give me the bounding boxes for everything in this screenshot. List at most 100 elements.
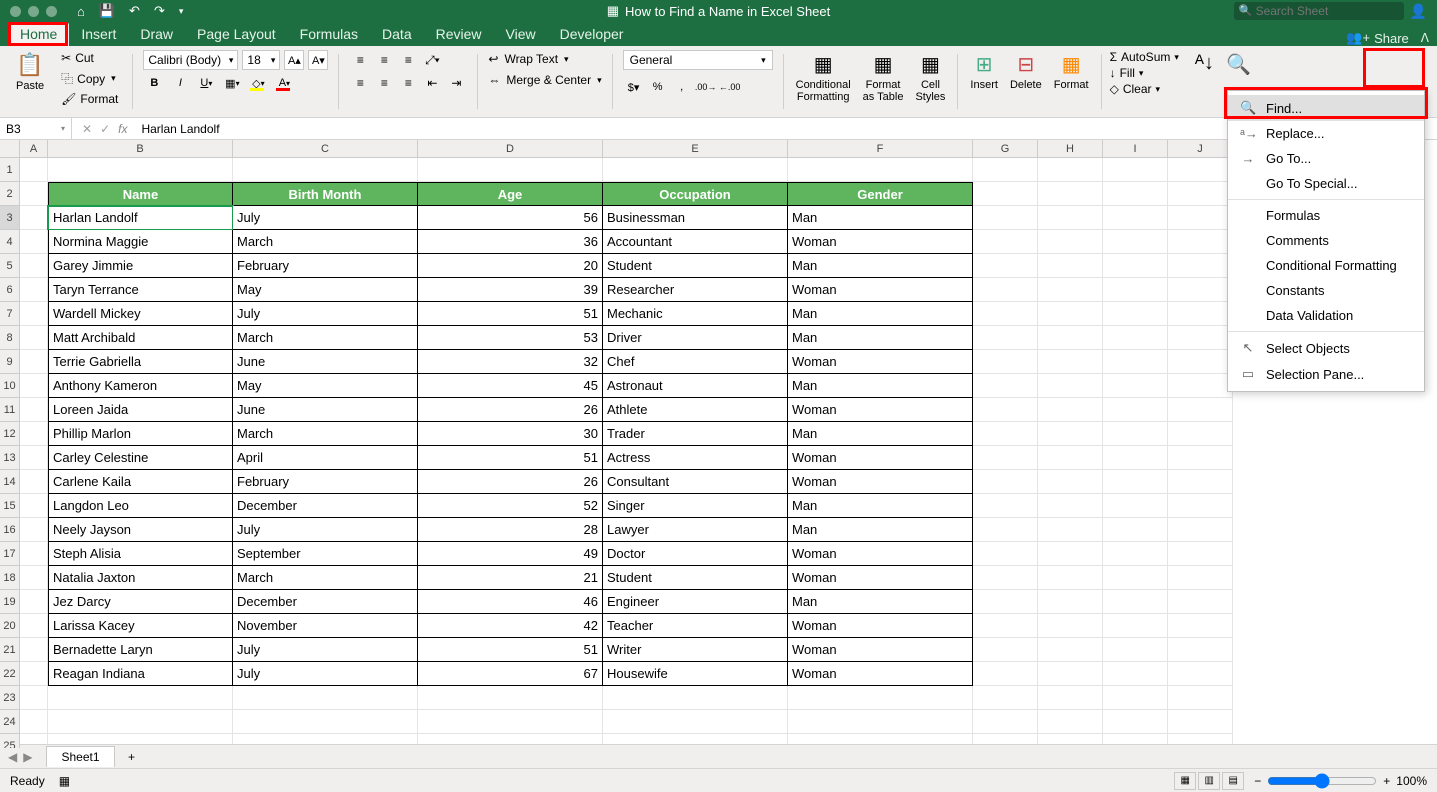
percent-button[interactable]: % [647, 77, 669, 97]
insert-cells-button[interactable]: ⊞Insert [964, 50, 1004, 113]
cell[interactable]: Age [418, 182, 603, 206]
menu-replace[interactable]: ᵃ→Replace... [1228, 121, 1424, 146]
row-header-6[interactable]: 6 [0, 278, 20, 302]
delete-cells-button[interactable]: ⊟Delete [1004, 50, 1048, 113]
share-button[interactable]: 👥+ Share ᐱ [1346, 30, 1429, 46]
macro-icon[interactable]: ▦ [59, 774, 70, 788]
cell[interactable] [20, 374, 48, 398]
cell[interactable]: 51 [418, 446, 603, 470]
cell[interactable] [1103, 470, 1168, 494]
cell[interactable] [20, 542, 48, 566]
cell[interactable]: Man [788, 374, 973, 398]
cell[interactable] [20, 326, 48, 350]
cell[interactable] [1038, 494, 1103, 518]
cell[interactable] [1103, 230, 1168, 254]
cell[interactable]: Matt Archibald [48, 326, 233, 350]
row-header-16[interactable]: 16 [0, 518, 20, 542]
cell[interactable] [20, 710, 48, 734]
cell[interactable] [1038, 446, 1103, 470]
cell[interactable] [973, 566, 1038, 590]
cell[interactable]: Woman [788, 398, 973, 422]
cell[interactable] [1103, 422, 1168, 446]
cell[interactable] [603, 710, 788, 734]
cell[interactable] [20, 182, 48, 206]
qat-caret-icon[interactable]: ▾ [179, 6, 184, 17]
cell[interactable] [1103, 638, 1168, 662]
cell[interactable]: 30 [418, 422, 603, 446]
tab-developer[interactable]: Developer [548, 22, 636, 46]
cell[interactable]: Larissa Kacey [48, 614, 233, 638]
cell[interactable] [20, 158, 48, 182]
cell[interactable]: Accountant [603, 230, 788, 254]
cell[interactable]: Gender [788, 182, 973, 206]
cell[interactable]: 26 [418, 470, 603, 494]
cell[interactable]: Woman [788, 350, 973, 374]
cell[interactable]: 28 [418, 518, 603, 542]
cell[interactable]: November [233, 614, 418, 638]
cell[interactable]: Wardell Mickey [48, 302, 233, 326]
tab-page-layout[interactable]: Page Layout [185, 22, 288, 46]
cell[interactable]: Teacher [603, 614, 788, 638]
cell[interactable] [1038, 230, 1103, 254]
zoom-slider[interactable] [1267, 773, 1377, 789]
cell[interactable] [973, 398, 1038, 422]
name-box[interactable]: B3▾ [0, 118, 72, 139]
cell[interactable]: 52 [418, 494, 603, 518]
column-header-i[interactable]: I [1103, 140, 1168, 158]
column-header-e[interactable]: E [603, 140, 788, 158]
cell[interactable]: Carley Celestine [48, 446, 233, 470]
cell[interactable]: Man [788, 590, 973, 614]
cell[interactable]: Langdon Leo [48, 494, 233, 518]
cell[interactable]: Man [788, 206, 973, 230]
cell[interactable] [1103, 566, 1168, 590]
cell[interactable] [1038, 710, 1103, 734]
cell[interactable] [1038, 350, 1103, 374]
cell[interactable] [1038, 182, 1103, 206]
sheet-tab-1[interactable]: Sheet1 [46, 746, 114, 767]
row-header-10[interactable]: 10 [0, 374, 20, 398]
column-header-b[interactable]: B [48, 140, 233, 158]
cell[interactable]: 67 [418, 662, 603, 686]
cell[interactable] [1168, 662, 1233, 686]
row-header-11[interactable]: 11 [0, 398, 20, 422]
menu-formulas[interactable]: Formulas [1228, 203, 1424, 228]
paste-button[interactable]: 📋 Paste [10, 50, 50, 113]
cut-button[interactable]: ✂Cut [57, 50, 122, 66]
column-header-c[interactable]: C [233, 140, 418, 158]
cell[interactable]: Terrie Gabriella [48, 350, 233, 374]
decrease-decimal-button[interactable]: ←.00 [719, 77, 741, 97]
cell[interactable] [1168, 446, 1233, 470]
cell[interactable] [1103, 182, 1168, 206]
cell[interactable] [233, 158, 418, 182]
row-header-9[interactable]: 9 [0, 350, 20, 374]
column-header-g[interactable]: G [973, 140, 1038, 158]
cell[interactable]: February [233, 470, 418, 494]
cell[interactable]: 20 [418, 254, 603, 278]
cell[interactable] [788, 710, 973, 734]
cell[interactable] [1038, 542, 1103, 566]
cell[interactable] [1168, 686, 1233, 710]
cell[interactable] [233, 686, 418, 710]
align-right-button[interactable]: ≡ [397, 73, 419, 93]
fx-icon[interactable]: fx [118, 122, 127, 136]
cell[interactable]: Businessman [603, 206, 788, 230]
cell[interactable]: Anthony Kameron [48, 374, 233, 398]
cell[interactable]: Birth Month [233, 182, 418, 206]
row-header-12[interactable]: 12 [0, 422, 20, 446]
cell[interactable] [973, 710, 1038, 734]
cell[interactable]: Mechanic [603, 302, 788, 326]
menu-selection-pane[interactable]: ▭Selection Pane... [1228, 361, 1424, 387]
align-center-button[interactable]: ≡ [373, 73, 395, 93]
cell[interactable] [1168, 230, 1233, 254]
cell[interactable] [1168, 206, 1233, 230]
cell[interactable]: Writer [603, 638, 788, 662]
cell[interactable] [1168, 182, 1233, 206]
cell[interactable]: Man [788, 326, 973, 350]
cell[interactable]: Man [788, 494, 973, 518]
cell[interactable] [1168, 350, 1233, 374]
cell[interactable] [1038, 278, 1103, 302]
comma-button[interactable]: , [671, 77, 693, 97]
fill-color-button[interactable]: ◇▾ [247, 73, 269, 93]
cell[interactable] [973, 662, 1038, 686]
cell[interactable] [1103, 350, 1168, 374]
